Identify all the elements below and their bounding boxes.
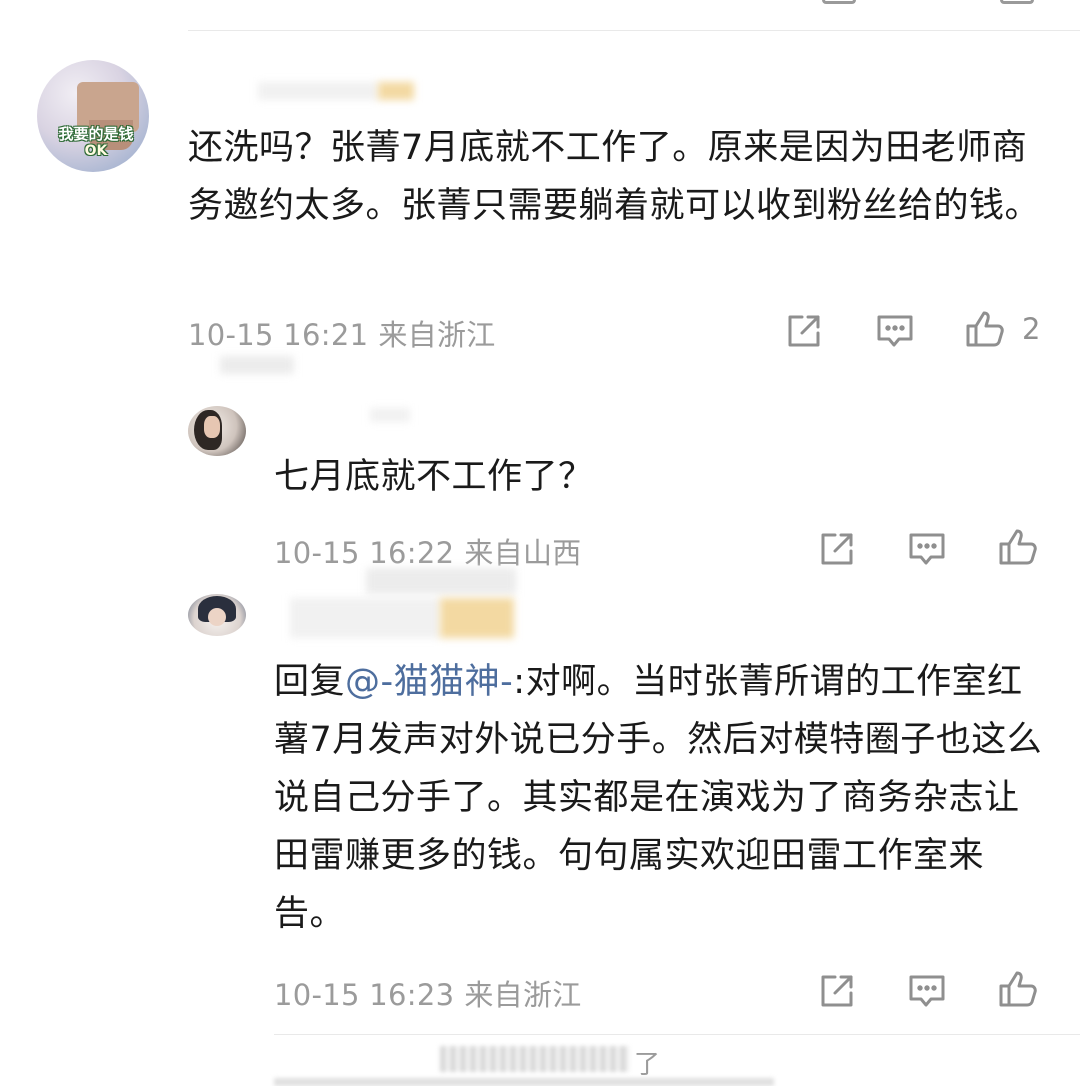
- reply-text: 回复@-猫猫神-:对啊。当时张菁所谓的工作室红薯7月发声对外说已分手。然后对模特…: [274, 653, 1054, 943]
- divider: [274, 1034, 1080, 1035]
- cut-off-icon: [822, 0, 856, 4]
- share-button[interactable]: [784, 311, 824, 351]
- like-button[interactable]: [998, 969, 1038, 1009]
- share-icon: [821, 975, 853, 1007]
- comment-icon: [909, 533, 945, 565]
- reply-text: 七月底就不工作了？: [274, 457, 594, 497]
- share-icon: [821, 533, 853, 565]
- more-replies-link[interactable]: 了: [634, 1044, 660, 1081]
- comment-button[interactable]: [875, 311, 915, 351]
- reply-meta: 10-15 16:22 来自山西: [274, 530, 582, 572]
- comment-text: 还洗吗？张菁7月底就不工作了。原来是因为田老师商务邀约太多。张菁只需要躺着就可以…: [188, 128, 1041, 226]
- comment-icon: [909, 975, 945, 1007]
- redacted-badge: [378, 82, 414, 100]
- comment-button[interactable]: [907, 971, 947, 1011]
- reply-location: 来自山西: [464, 536, 582, 570]
- comment-time: 10-15 16:21: [188, 318, 369, 352]
- avatar-sticker: 我要的是钱 OK: [58, 125, 134, 160]
- comment-meta: 10-15 16:21 来自浙江: [188, 312, 496, 354]
- cut-off-text: [274, 1078, 774, 1086]
- avatar[interactable]: [188, 594, 246, 636]
- redacted-area: [366, 568, 516, 594]
- reply-body: :对啊。当时张菁所谓的工作室红薯7月发声对外说已分手。然后对模特圈子也这么说自己…: [274, 662, 1043, 934]
- mention-link[interactable]: @-猫猫神-: [345, 662, 513, 702]
- avatar[interactable]: 我要的是钱 OK: [37, 60, 149, 172]
- reply-time: 10-15 16:23: [274, 978, 455, 1012]
- reply-prefix: 回复: [274, 662, 346, 702]
- redacted-username: [258, 82, 378, 100]
- reply-location: 来自浙江: [464, 978, 582, 1012]
- thumbs-up-icon: [999, 529, 1037, 565]
- comment-icon: [877, 315, 913, 347]
- divider: [188, 30, 1080, 31]
- redacted-badge: [440, 598, 514, 638]
- like-count: 2: [1022, 312, 1041, 346]
- comment-location: 来自浙江: [378, 318, 496, 352]
- share-button[interactable]: [817, 971, 857, 1011]
- redacted-username: [370, 408, 410, 422]
- share-icon: [788, 315, 820, 347]
- redacted-area: [220, 356, 294, 374]
- redacted-username: [290, 598, 440, 638]
- thumbs-up-icon: [966, 311, 1004, 347]
- like-button[interactable]: [998, 527, 1038, 567]
- reply-meta: 10-15 16:23 来自浙江: [274, 972, 582, 1014]
- avatar[interactable]: [188, 406, 246, 456]
- comment-button[interactable]: [907, 529, 947, 569]
- cut-off-icon: [1000, 0, 1034, 4]
- redacted-more-replies: [440, 1046, 630, 1072]
- reply-time: 10-15 16:22: [274, 536, 455, 570]
- share-button[interactable]: [817, 529, 857, 569]
- like-button[interactable]: [965, 309, 1005, 349]
- thumbs-up-icon: [999, 971, 1037, 1007]
